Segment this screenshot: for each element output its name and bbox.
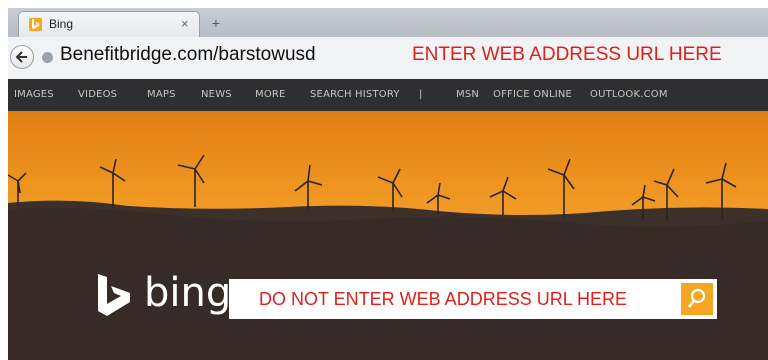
bing-favicon-icon: [29, 18, 42, 31]
search-input-text: DO NOT ENTER WEB ADDRESS URL HERE: [259, 289, 628, 309]
nav-item-msn[interactable]: MSN: [456, 89, 479, 100]
tab-title: Bing: [49, 17, 74, 31]
nav-item-news[interactable]: NEWS: [201, 89, 232, 100]
tab-strip: Bing × +: [8, 8, 768, 37]
back-arrow-icon: [15, 51, 27, 63]
search-input[interactable]: DO NOT ENTER WEB ADDRESS URL HERE: [229, 279, 717, 319]
address-bar-url[interactable]: Benefitbridge.com/barstowusd: [60, 44, 316, 66]
search-icon: [687, 288, 706, 308]
nav-item-maps[interactable]: MAPS: [147, 89, 176, 100]
close-icon[interactable]: ×: [181, 16, 189, 31]
nav-separator: |: [419, 89, 423, 100]
globe-icon: [42, 52, 53, 63]
nav-item-search-history[interactable]: SEARCH HISTORY: [310, 89, 400, 100]
hero-background: bing DO NOT ENTER WEB ADDRESS URL HERE: [8, 111, 768, 360]
back-button[interactable]: [10, 45, 34, 69]
nav-item-videos[interactable]: VIDEOS: [78, 89, 117, 100]
tab-bing[interactable]: Bing ×: [18, 11, 200, 37]
nav-item-images[interactable]: IMAGES: [14, 89, 54, 100]
bing-logo-icon: [98, 274, 130, 316]
nav-item-office-online[interactable]: OFFICE ONLINE: [493, 89, 572, 100]
bing-wordmark: bing: [144, 270, 232, 316]
bing-nav-bar: IMAGES VIDEOS MAPS NEWS MORE SEARCH HIST…: [8, 79, 768, 111]
browser-window: Bing × + Benefitbridge.com/barstowusd EN…: [8, 8, 768, 360]
wind-turbine-landscape: [8, 154, 768, 360]
search-button[interactable]: [681, 283, 713, 315]
address-bar-annotation: ENTER WEB ADDRESS URL HERE: [412, 44, 722, 65]
nav-item-outlook[interactable]: OUTLOOK.COM: [590, 89, 668, 100]
new-tab-icon[interactable]: +: [206, 14, 226, 32]
toolbar: Benefitbridge.com/barstowusd ENTER WEB A…: [8, 37, 768, 80]
nav-item-more[interactable]: MORE: [255, 89, 286, 100]
